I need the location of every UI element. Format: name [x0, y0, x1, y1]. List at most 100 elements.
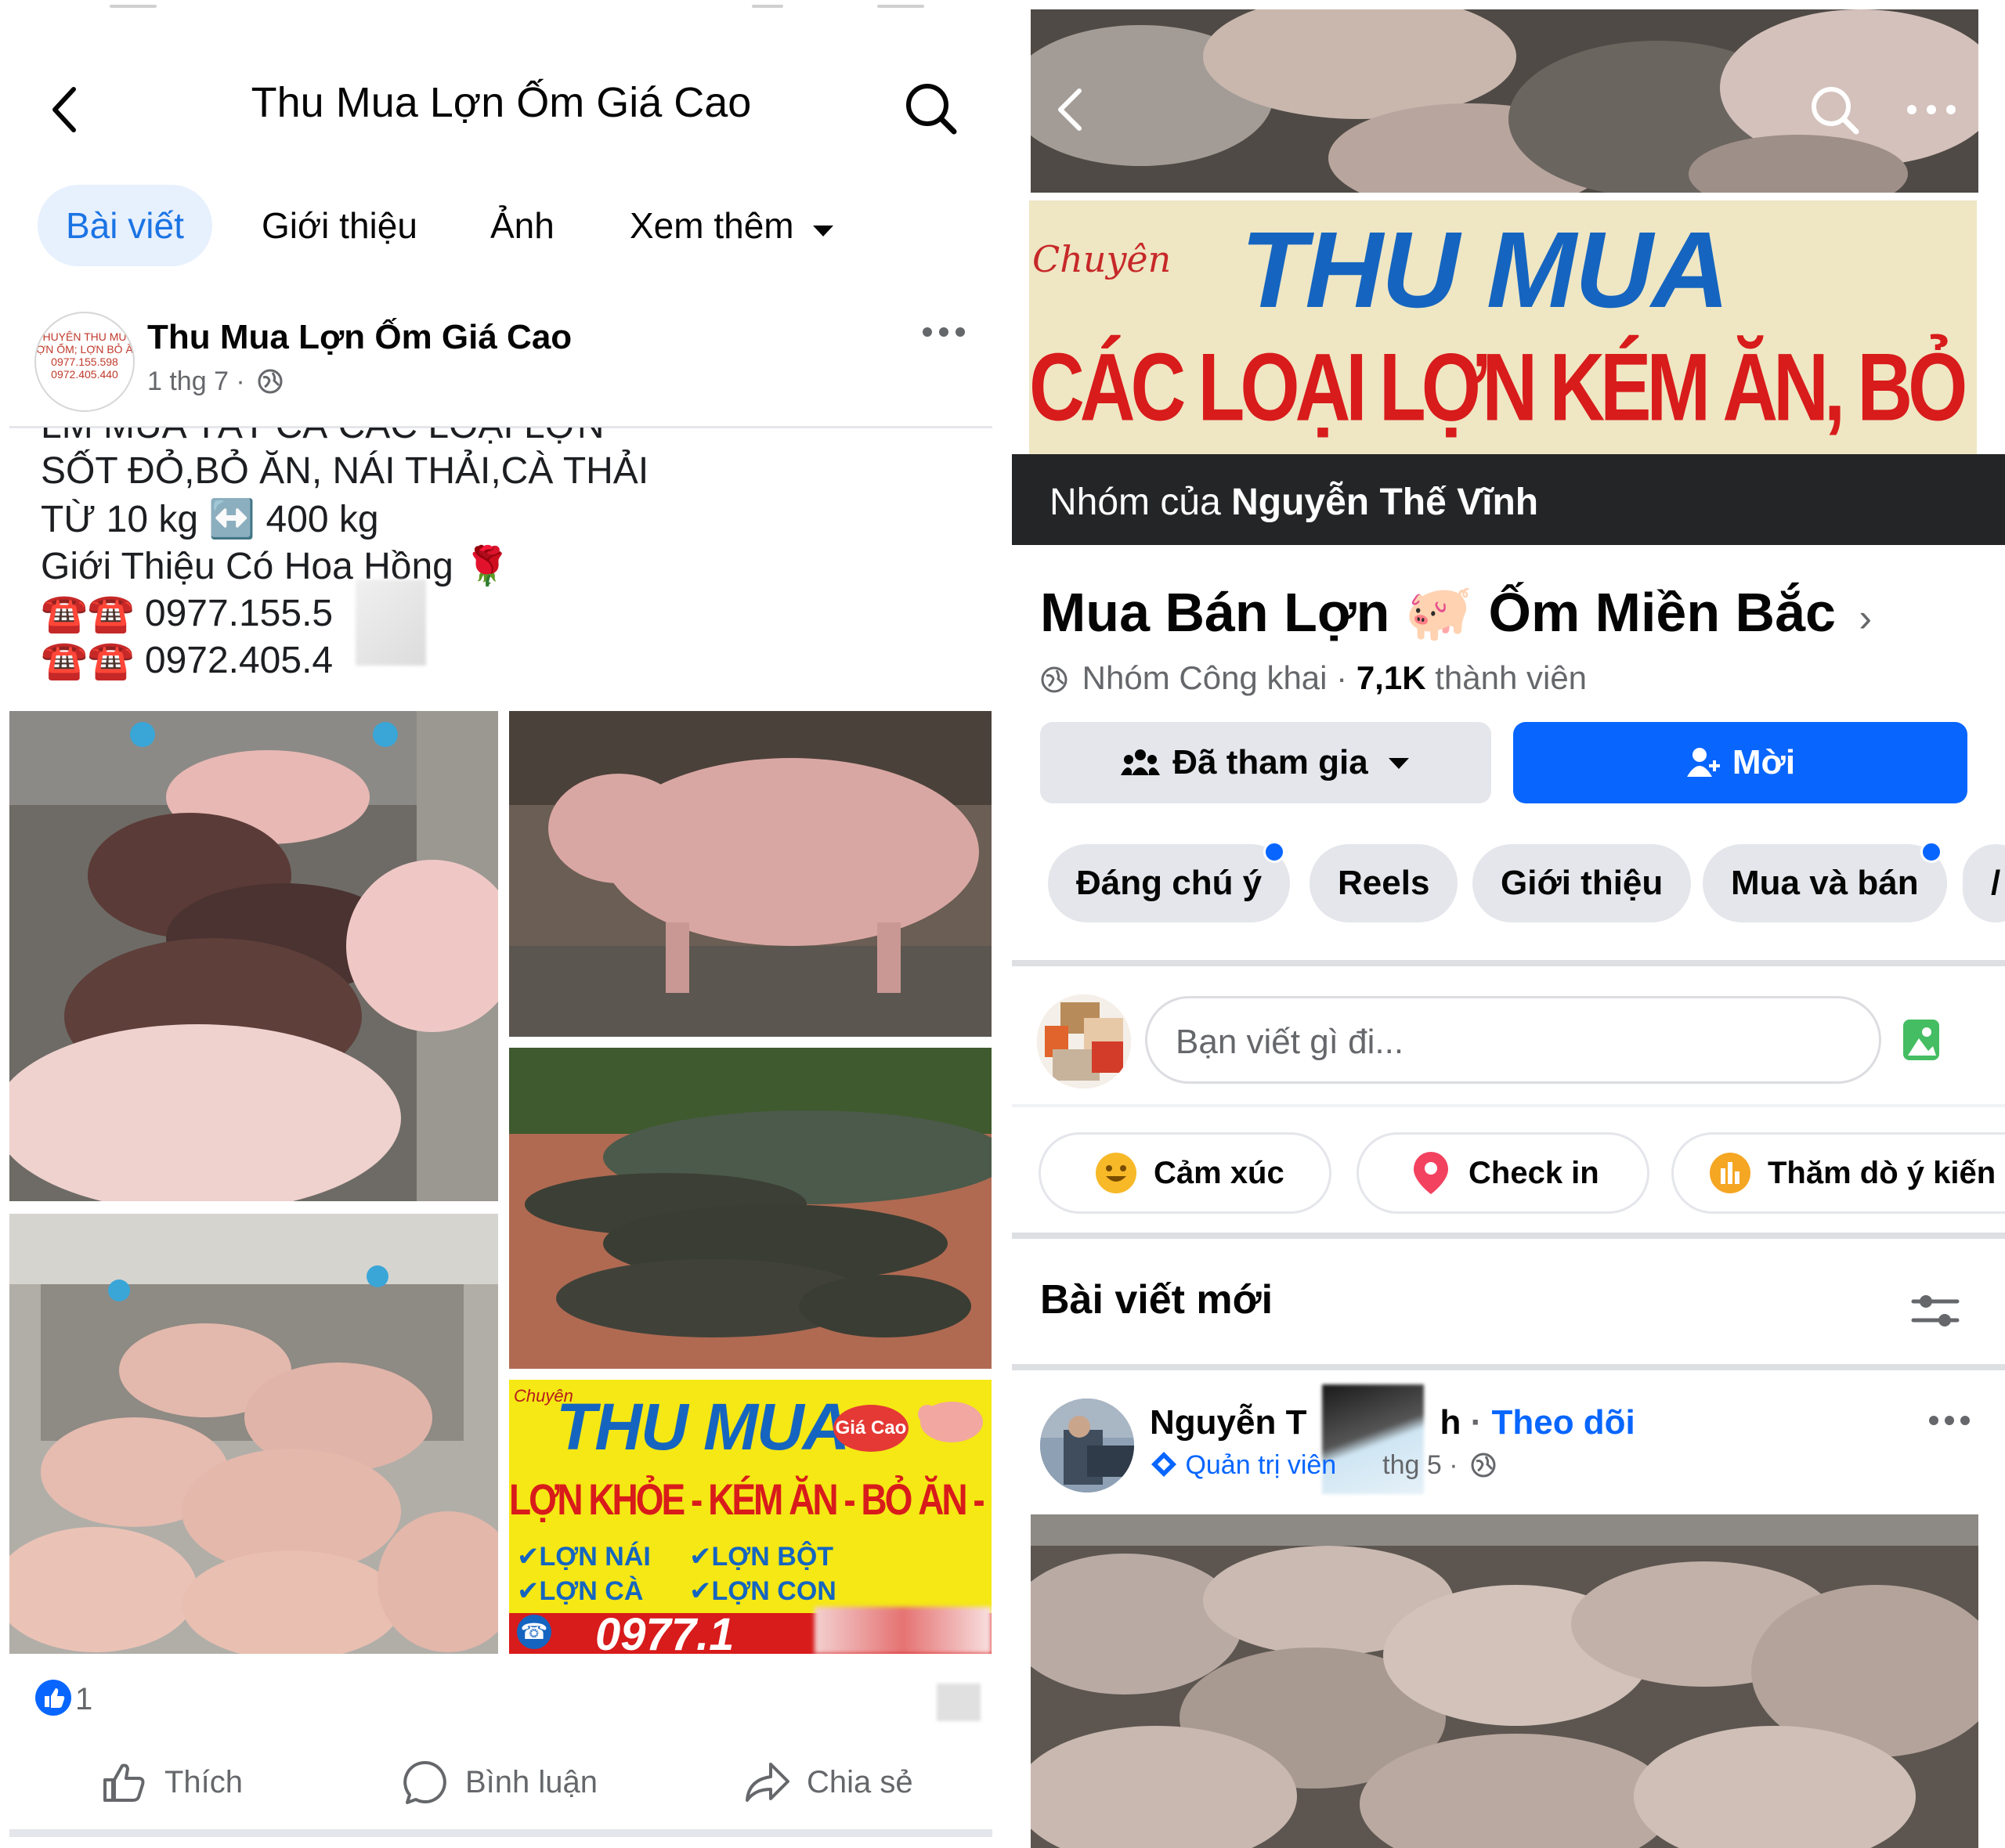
author-avatar-image [1040, 1399, 1134, 1492]
follow-button[interactable]: Theo dõi [1491, 1403, 1635, 1442]
feeling-label: Cảm xúc [1154, 1155, 1284, 1190]
caret-down-icon [1388, 758, 1409, 769]
page-avatar[interactable]: HUYÊN THU MU ỢN ỐM; LỢN BỎ Ă 0977.155.59… [34, 312, 135, 412]
notification-dot [1263, 841, 1286, 863]
comment-button[interactable]: Bình luận [401, 1751, 598, 1814]
chip-label: Giới thiệu [1501, 864, 1664, 902]
joined-dropdown-button[interactable]: Đã tham gia [1040, 722, 1491, 803]
ad-title: THU MUA [556, 1390, 850, 1464]
back-button[interactable] [41, 78, 88, 141]
avatar-text-line: 0977.155.598 [51, 356, 118, 368]
poll-button[interactable]: Thăm dò ý kiến [1671, 1132, 2005, 1214]
share-label: Chia sẻ [807, 1764, 913, 1799]
chip-more[interactable]: / [1963, 844, 2005, 922]
owner-prefix: Nhóm của [1049, 482, 1221, 523]
check-in-button[interactable]: Check in [1357, 1132, 1649, 1214]
post-more-options-button[interactable] [916, 316, 971, 348]
reaction-count[interactable]: 1 [75, 1682, 92, 1717]
search-icon [906, 84, 957, 135]
group-members-icon [1121, 749, 1161, 775]
back-button[interactable] [1046, 78, 1093, 141]
chevron-left-icon [52, 87, 76, 132]
more-dots-icon [923, 327, 965, 337]
post-author-avatar[interactable] [1040, 1399, 1134, 1492]
chip-label: / [1991, 864, 2001, 902]
add-person-icon [1686, 748, 1720, 777]
feeling-button[interactable]: Cảm xúc [1039, 1132, 1331, 1214]
post-author-name[interactable]: Thu Mua Lợn Ốm Giá Cao [147, 318, 572, 357]
tab-about[interactable]: Giới thiệu [262, 185, 417, 266]
chip-featured[interactable]: Đáng chú ý [1048, 841, 1291, 922]
crocodile-farm-image [509, 1048, 992, 1369]
status-bar-fragment [110, 5, 157, 8]
post-text-phone-line: ☎️☎️ 0972.405.4 [41, 640, 334, 681]
chip-buy-sell[interactable]: Mua và bán [1703, 841, 1947, 922]
ad-line2: LỢN KHỎE - KÉM ĂN - BỎ ĂN - LỢN THANH LÝ [509, 1474, 992, 1525]
add-photo-button[interactable] [1902, 1016, 1941, 1063]
post-photo-sick-pigs[interactable] [1031, 1514, 1978, 1848]
caret-down-icon [813, 226, 834, 236]
ad-check-item: ✔LỢN CON [689, 1576, 836, 1606]
invite-label: Mời [1732, 743, 1796, 781]
post-author-name-end[interactable]: h [1440, 1403, 1461, 1442]
share-button[interactable]: Chia sẻ [742, 1751, 913, 1814]
group-owner-bar: Nhóm của Nguyễn Thế Vĩnh [1012, 454, 2005, 545]
page-title: Thu Mua Lợn Ốm Giá Cao [251, 79, 752, 126]
post-timestamp: 1 thg 7 · [147, 366, 284, 397]
feed-separator [9, 1829, 992, 1837]
page-tabs: Bài viết Giới thiệu Ảnh Xem thêm [0, 185, 1002, 271]
large-pig-image [509, 711, 992, 1037]
like-reaction-icon [35, 1680, 71, 1716]
post-author-name-start[interactable]: Nguyễn T [1150, 1403, 1306, 1442]
post-text-line: Giới Thiệu Có Hoa Hồng 🌹 [41, 546, 511, 587]
post-composer-input[interactable]: Bạn viết gì đi... [1145, 996, 1881, 1084]
page-view-panel: Thu Mua Lợn Ốm Giá Cao Bài viết Giới thi… [0, 0, 1002, 1848]
chip-label: Mua và bán [1731, 864, 1919, 902]
tab-posts[interactable]: Bài viết [38, 185, 212, 266]
sort-filter-button[interactable] [1908, 1287, 1963, 1334]
share-arrow-icon [746, 1763, 789, 1802]
comment-bubble-icon [403, 1760, 446, 1804]
more-options-button[interactable] [1900, 94, 1963, 125]
tab-photos[interactable]: Ảnh [490, 185, 555, 266]
search-icon [1812, 87, 1859, 135]
members-label: thành viên [1435, 659, 1588, 696]
user-avatar[interactable] [1037, 994, 1131, 1088]
post-photo-large-pig[interactable] [509, 711, 992, 1037]
invite-button[interactable]: Mời [1513, 722, 1967, 803]
post-photo-pigs-pen[interactable] [9, 711, 498, 1201]
post-text-line: TỪ 10 kg ↔️ 400 kg [41, 499, 379, 540]
chip-reels[interactable]: Reels [1310, 844, 1458, 922]
ad-check-item: ✔LỢN NÁI [517, 1542, 651, 1572]
post-author-meta: Quản trị viên thg 5 · [1150, 1450, 1497, 1481]
post-photo-ad-banner[interactable]: Chuyên THU MUA Giá Cao LỢN KHỎE - KÉM ĂN… [509, 1380, 992, 1654]
composer-placeholder: Bạn viết gì đi... [1176, 1023, 1404, 1061]
banner-title: THU MUA [1241, 210, 1729, 330]
search-button[interactable] [899, 77, 962, 139]
tab-see-more[interactable]: Xem thêm [630, 185, 835, 266]
ad-check-item: ✔LỢN CÀ [517, 1576, 644, 1606]
user-avatar-image [1037, 994, 1131, 1088]
group-meta: Nhóm Công khai · 7,1K thành viên [1040, 659, 1587, 697]
photo-icon [1903, 1020, 1939, 1060]
thumbs-up-icon [103, 1763, 145, 1802]
ad-price-badge: Giá Cao [833, 1405, 909, 1452]
redaction-blur [356, 579, 426, 666]
chip-about[interactable]: Giới thiệu [1472, 844, 1692, 922]
more-dots-icon [1929, 1416, 1970, 1425]
group-owner-text: Nhóm của Nguyễn Thế Vĩnh [1049, 481, 1538, 524]
post-text-phone-line: ☎️☎️ 0977.155.5 [41, 593, 334, 634]
group-title[interactable]: Mua Bán Lợn 🐖 Ốm Miền Bắc › [1040, 581, 1872, 645]
new-posts-heading: Bài viết mới [1040, 1277, 1273, 1323]
poll-label: Thăm dò ý kiến [1768, 1155, 1996, 1190]
check-in-label: Check in [1469, 1155, 1599, 1190]
post-photo-crocodiles[interactable] [509, 1048, 992, 1369]
owner-name[interactable]: Nguyễn Thế Vĩnh [1231, 482, 1538, 523]
banner-small-label: Chuyên [1032, 238, 1172, 280]
like-button[interactable]: Thích [100, 1751, 243, 1814]
phone-icon: ☎ [517, 1615, 551, 1649]
post-photo-pink-pigs[interactable] [9, 1214, 498, 1654]
globe-icon [1471, 1453, 1496, 1478]
search-button[interactable] [1803, 78, 1866, 141]
post-more-options-button[interactable] [1922, 1405, 1977, 1436]
